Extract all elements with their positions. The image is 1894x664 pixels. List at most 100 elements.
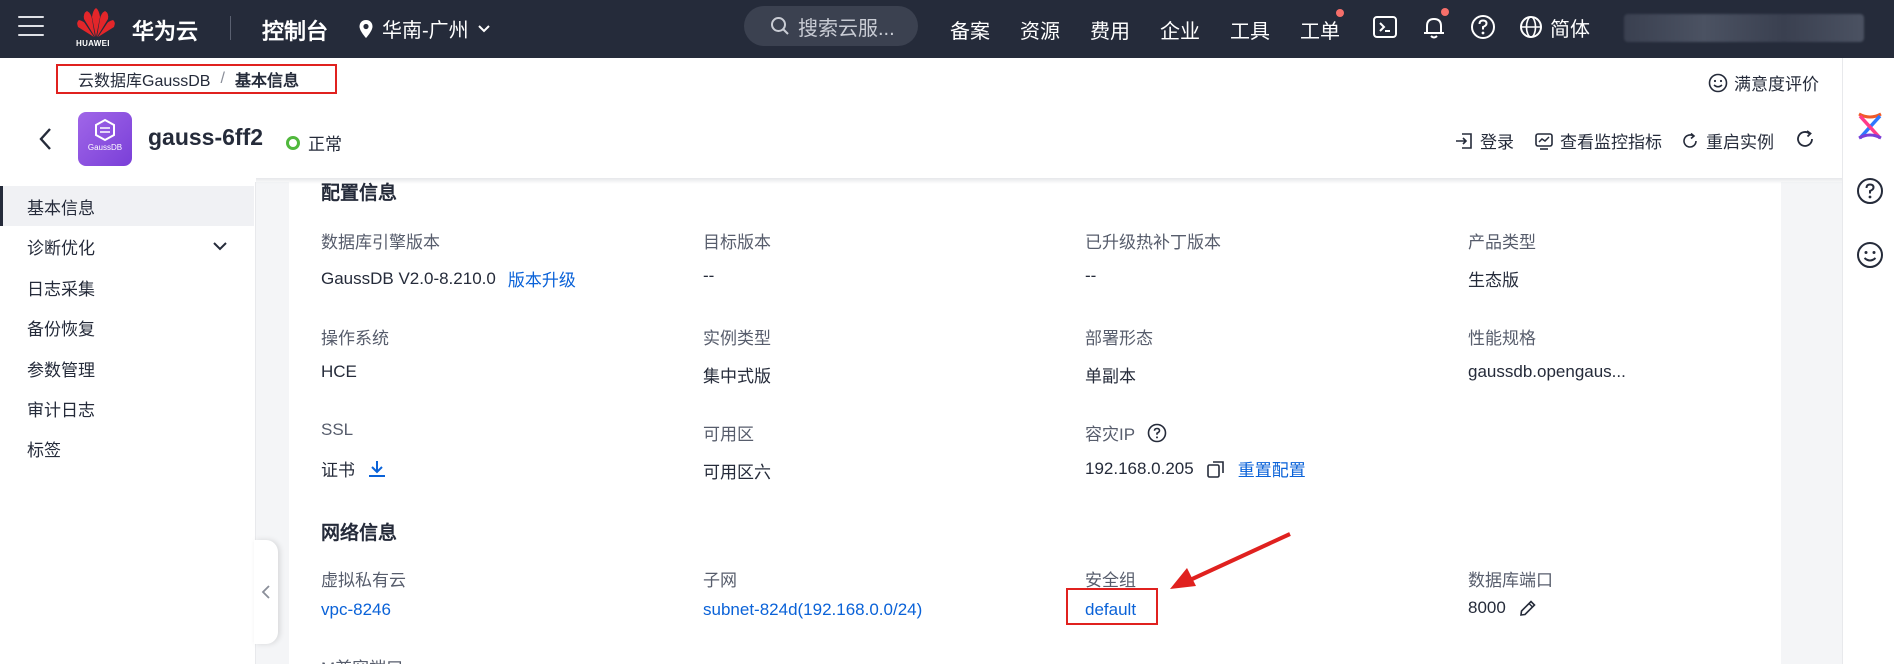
console-link[interactable]: 控制台 [262,14,328,46]
language-selector[interactable]: 简体 [1518,12,1598,42]
hotfix-label: 已升级热补丁版本 [1085,233,1221,252]
edit-pencil-icon[interactable] [1518,598,1538,618]
huawei-logo[interactable]: HUAWEI [74,7,118,51]
os-value: HCE [321,362,357,381]
vpc-label: 虚拟私有云 [321,571,406,590]
logo-text: HUAWEI [76,39,110,48]
sidebar-item-backup-restore[interactable]: 备份恢复 [0,307,254,347]
nav-link-enterprise[interactable]: 企业 [1160,15,1200,44]
dr-ip-label: 容灾IP [1085,425,1136,444]
sidebar-item-label: 审计日志 [27,400,95,420]
account-name-blurred[interactable] [1624,14,1864,42]
target-version-value: -- [703,266,715,285]
db-port-label: 数据库端口 [1468,571,1553,590]
instance-type-label: 实例类型 [703,329,771,348]
gaussdb-icon-label: GaussDB [87,143,123,152]
brand-name[interactable]: 华为云 [132,14,198,46]
assistant-logo-icon[interactable] [1855,110,1885,140]
instance-name: gauss-6ff2 [148,124,264,150]
sidebar-item-tags[interactable]: 标签 [0,428,254,468]
reset-config-link[interactable]: 重置配置 [1238,456,1306,481]
sidebar-collapse-handle[interactable] [254,540,278,644]
left-sidebar: 基本信息 诊断优化 日志采集 备份恢复 参数管理 审计日志 标签 [0,182,256,664]
chevron-down-icon [477,24,490,32]
notification-bell-icon[interactable] [1419,12,1449,42]
breadcrumb-current: 基本信息 [234,73,299,90]
sidebar-item-audit-log[interactable]: 审计日志 [0,388,254,428]
region-selector[interactable]: 华南-广州 [358,14,491,43]
ssl-label: SSL [321,420,354,439]
nav-link-tickets[interactable]: 工单 [1300,15,1340,44]
help-icon[interactable] [1855,176,1885,206]
satisfaction-rating-button[interactable]: 满意度评价 [1708,70,1819,95]
vpc-link[interactable]: vpc-8246 [321,600,391,620]
spec-value: gaussdb.opengaus... [1468,362,1626,381]
instance-status: 正常 [286,130,342,155]
dr-ip-value: 192.168.0.205 重置配置 [1085,456,1306,481]
menu-icon[interactable] [18,16,44,38]
header-shadow [256,178,1842,184]
nav-link-filing[interactable]: 备案 [950,15,990,44]
db-port-text: 8000 [1468,598,1506,617]
version-upgrade-link[interactable]: 版本升级 [508,266,576,291]
region-label: 华南-广州 [382,20,469,42]
restart-instance-button[interactable]: 重启实例 [1680,128,1774,153]
nav-divider [230,16,231,40]
copy-icon[interactable] [1206,459,1226,479]
sidebar-item-label: 参数管理 [27,360,95,380]
product-type-label: 产品类型 [1468,233,1536,252]
location-icon [359,19,373,38]
vpc-value: vpc-8246 [321,600,391,620]
nav-link-billing[interactable]: 费用 [1090,15,1130,44]
info-card [289,182,1781,664]
nav-link-resources[interactable]: 资源 [1020,15,1060,44]
sidebar-item-label: 标签 [27,440,61,460]
sidebar-item-parameters[interactable]: 参数管理 [0,348,254,388]
db-port-value: 8000 [1468,598,1538,618]
sidebar-item-diagnosis[interactable]: 诊断优化 [0,226,254,266]
monitor-label: 查看监控指标 [1560,133,1662,152]
subnet-value: subnet-824d(192.168.0.0/24) [703,600,922,620]
rating-label: 满意度评价 [1734,75,1819,94]
config-section-title: 配置信息 [321,183,398,204]
refresh-button[interactable] [1794,128,1816,150]
search-input[interactable]: 搜索云服... [744,6,918,46]
login-icon [1456,132,1472,149]
breadcrumb-parent-link[interactable]: 云数据库GaussDB [78,67,210,91]
nav-link-tools[interactable]: 工具 [1230,15,1270,44]
os-label: 操作系统 [321,329,389,348]
tickets-notification-dot [1336,9,1344,17]
status-ok-icon [286,135,300,150]
login-label: 登录 [1480,133,1514,152]
refresh-icon [1797,130,1813,147]
compat-port-label: M兼容端口 [321,654,403,664]
instance-type-value: 集中式版 [703,367,771,386]
product-type-value: 生态版 [1468,271,1519,290]
download-icon[interactable] [367,459,387,479]
language-label: 简体 [1550,18,1590,41]
sidebar-item-log-collection[interactable]: 日志采集 [0,267,254,307]
sidebar-item-label: 基本信息 [27,198,95,218]
deploy-value: 单副本 [1085,367,1136,386]
right-rail [1842,58,1894,664]
search-placeholder: 搜索云服... [798,17,895,40]
cloud-shell-icon[interactable] [1370,12,1400,42]
gaussdb-product-icon: GaussDB [78,112,132,166]
sidebar-item-basic-info[interactable]: 基本信息 [0,186,254,226]
huawei-flower-icon [77,8,115,37]
restart-icon [1683,132,1697,148]
globe-icon [1520,16,1542,38]
feedback-smiley-icon[interactable] [1855,240,1885,270]
engine-version-label: 数据库引擎版本 [321,233,440,252]
help-circle-icon[interactable] [1147,423,1167,443]
chevron-down-icon [213,242,227,251]
top-navigation-bar: HUAWEI 华为云 控制台 华南-广州 搜索云服... 备案 资源 费用 企业… [0,0,1894,58]
subnet-link[interactable]: subnet-824d(192.168.0.0/24) [703,600,922,620]
login-button[interactable]: 登录 [1454,128,1514,153]
breadcrumb-separator: / [220,70,225,87]
ssl-cert-text: 证书 [321,461,355,480]
subnet-label: 子网 [703,571,737,590]
view-monitoring-button[interactable]: 查看监控指标 [1534,128,1662,153]
back-arrow-icon[interactable] [36,126,56,152]
help-icon[interactable] [1468,12,1498,42]
